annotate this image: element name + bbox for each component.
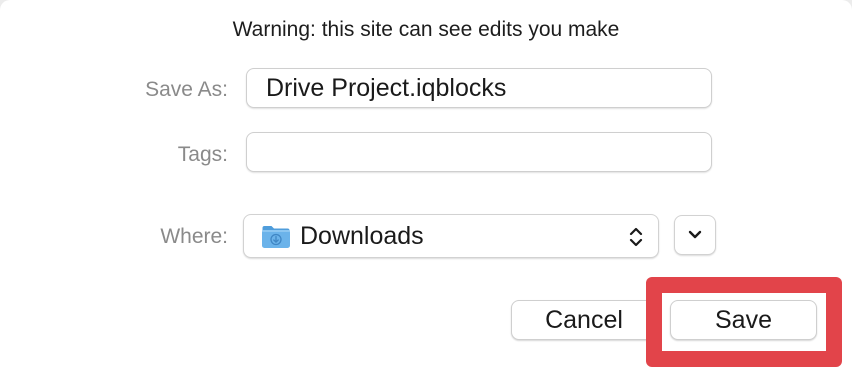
dialog-title: Warning: this site can see edits you mak… — [232, 18, 620, 41]
chevron-down-icon — [688, 230, 702, 239]
cancel-button[interactable]: Cancel — [511, 300, 657, 340]
save-as-label: Save As: — [145, 78, 228, 101]
expand-browser-button[interactable] — [674, 215, 716, 255]
save-as-input[interactable] — [246, 68, 712, 108]
where-value: Downloads — [300, 222, 424, 250]
tags-label: Tags: — [177, 143, 228, 166]
where-label: Where: — [160, 225, 228, 248]
folder-downloads-icon — [262, 226, 290, 248]
up-down-chevron-icon — [629, 227, 643, 247]
where-select[interactable]: Downloads — [243, 214, 659, 258]
tags-input[interactable] — [246, 132, 712, 172]
save-button[interactable]: Save — [670, 300, 817, 340]
save-dialog: Warning: this site can see edits you mak… — [0, 0, 852, 376]
